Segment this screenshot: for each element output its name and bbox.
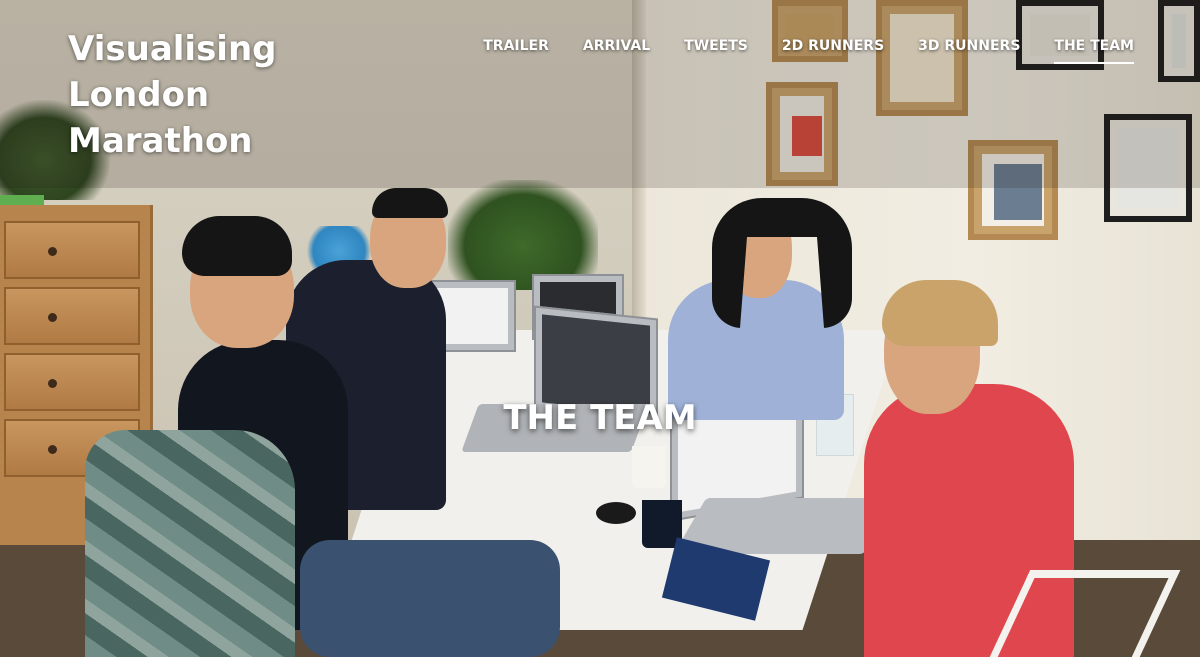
nav-item-2d-runners[interactable]: 2D RUNNERS	[782, 36, 884, 64]
nav-item-arrival[interactable]: ARRIVAL	[583, 36, 650, 64]
nav-item-the-team[interactable]: THE TEAM	[1054, 36, 1134, 64]
nav-item-tweets[interactable]: TWEETS	[684, 36, 748, 64]
hero-heading: THE TEAM	[503, 398, 697, 438]
site-title-line: Marathon	[68, 121, 253, 161]
jeans	[300, 540, 560, 657]
site-title-line: London	[68, 75, 210, 115]
computer-mouse	[596, 502, 636, 524]
mug	[632, 446, 666, 488]
page: Visualising London Marathon TRAILER ARRI…	[0, 0, 1200, 657]
site-title-link[interactable]: Visualising London Marathon	[68, 26, 298, 164]
hair	[182, 216, 292, 276]
camo-jacket-on-chair	[85, 430, 295, 657]
nav-item-3d-runners[interactable]: 3D RUNNERS	[918, 36, 1020, 64]
dresser-drawer	[4, 287, 140, 345]
site-title-line: Visualising	[68, 29, 277, 69]
main-navigation: TRAILER ARRIVAL TWEETS 2D RUNNERS 3D RUN…	[449, 36, 1134, 64]
hair	[372, 188, 448, 218]
dresser-drawer	[4, 221, 140, 279]
hair	[882, 280, 998, 346]
nav-item-trailer[interactable]: TRAILER	[483, 36, 549, 64]
